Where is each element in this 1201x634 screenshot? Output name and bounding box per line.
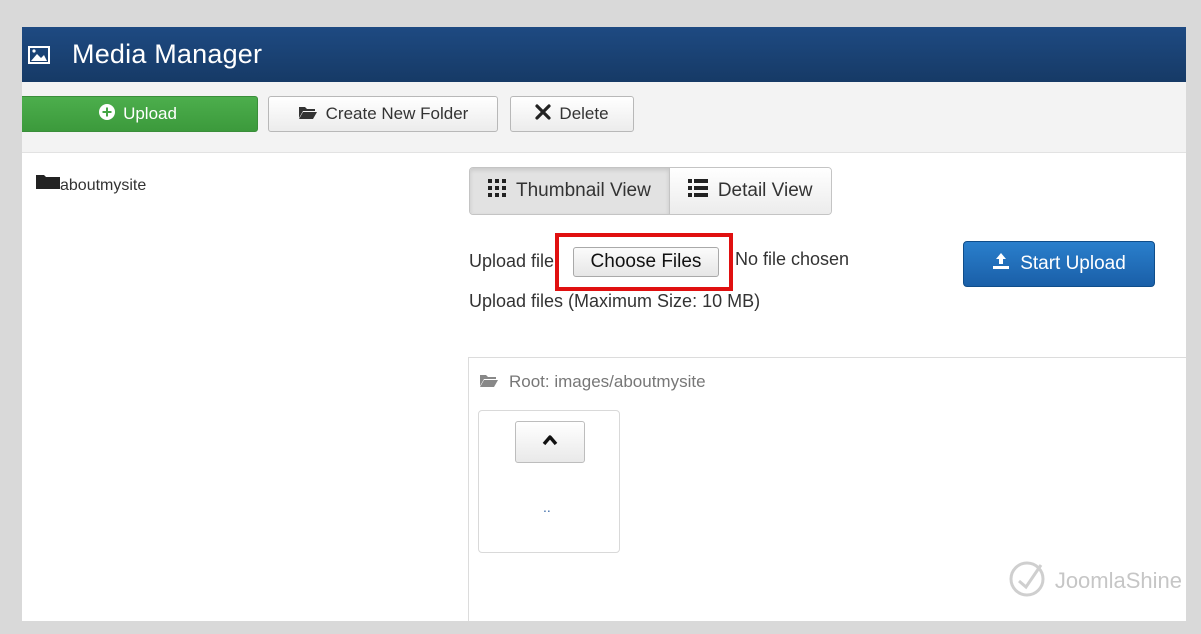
page-header: Media Manager	[22, 27, 1186, 82]
start-upload-button[interactable]: Start Upload	[963, 241, 1155, 287]
joomlashine-logo-icon	[1007, 557, 1049, 605]
parent-folder-thumbnail[interactable]: ..	[478, 410, 620, 553]
plus-circle-icon	[99, 103, 116, 125]
no-file-status: No file chosen	[735, 249, 850, 269]
view-toggle-group: Thumbnail View Detail View	[469, 167, 832, 215]
watermark: JoomlaShine	[1007, 557, 1182, 605]
delete-label: Delete	[559, 104, 609, 123]
folder-open-icon	[298, 104, 318, 124]
sidebar-item-label: aboutmysite	[60, 177, 147, 194]
upload-file-label: Upload file	[469, 251, 555, 271]
upload-button-label: Upload	[123, 104, 177, 123]
create-folder-label: Create New Folder	[325, 104, 469, 123]
thumbnail-view-label: Thumbnail View	[516, 180, 651, 201]
create-folder-button[interactable]: Create New Folder	[268, 96, 498, 132]
sidebar-item-aboutmysite[interactable]: aboutmysite	[36, 173, 146, 195]
tab-thumbnail-view[interactable]: Thumbnail View	[470, 168, 669, 214]
watermark-text: JoomlaShine	[1054, 568, 1182, 593]
grid-icon	[488, 179, 506, 203]
folder-icon	[36, 173, 60, 194]
page-title: Media Manager	[72, 39, 263, 69]
media-manager-window: Media Manager Upload Create New Folder D…	[22, 27, 1186, 621]
folder-open-icon	[479, 372, 499, 392]
parent-folder-link[interactable]: ..	[543, 499, 551, 515]
list-icon	[687, 179, 708, 203]
chevron-up-icon	[542, 433, 558, 451]
tab-detail-view[interactable]: Detail View	[668, 168, 831, 214]
highlight-annotation	[555, 233, 733, 291]
max-size-note: Upload files (Maximum Size: 10 MB)	[469, 291, 761, 311]
upload-button[interactable]: Upload	[22, 96, 258, 132]
detail-view-label: Detail View	[717, 180, 813, 201]
start-upload-label: Start Upload	[1020, 253, 1126, 274]
toolbar: Upload Create New Folder Delete	[22, 82, 1186, 153]
root-path: Root: images/aboutmysite	[509, 372, 706, 391]
breadcrumb: Root: images/aboutmysite	[479, 372, 706, 392]
up-folder-button[interactable]	[515, 421, 585, 463]
close-icon	[535, 103, 552, 125]
upload-icon	[992, 253, 1010, 275]
delete-button[interactable]: Delete	[510, 96, 634, 132]
image-icon	[28, 45, 50, 64]
